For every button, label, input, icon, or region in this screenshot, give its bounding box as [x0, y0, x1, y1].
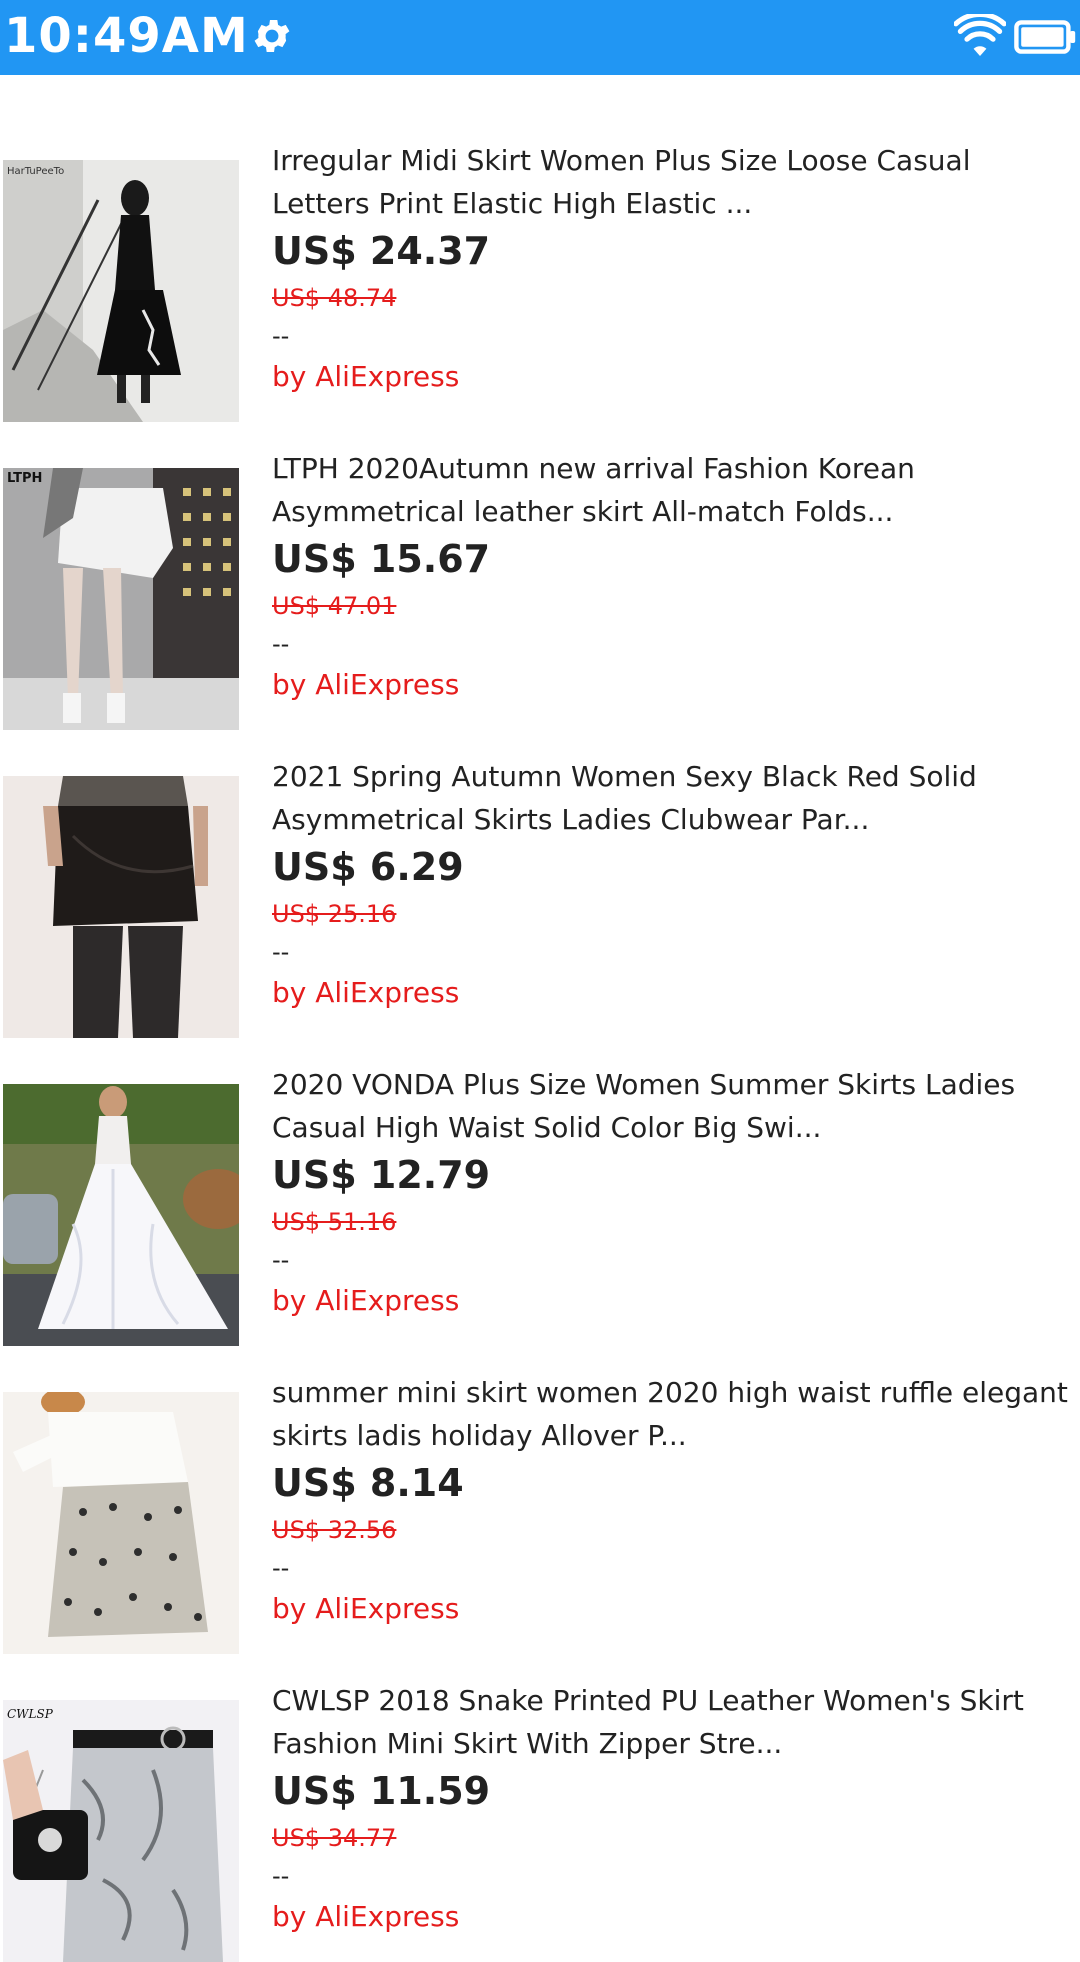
- product-title[interactable]: 2021 Spring Autumn Women Sexy Black Red …: [272, 755, 1072, 841]
- battery-icon: [1014, 20, 1076, 54]
- product-rating: --: [272, 1246, 290, 1274]
- original-price: US$ 51.16: [272, 1208, 397, 1236]
- product-title[interactable]: 2020 VONDA Plus Size Women Summer Skirts…: [272, 1063, 1072, 1149]
- image-watermark: CWLSP: [7, 1707, 54, 1721]
- original-price: US$ 32.56: [272, 1516, 397, 1544]
- product-price: US$ 12.79: [272, 1153, 491, 1197]
- product-image[interactable]: CWLSP: [3, 1700, 239, 1962]
- product-rating: --: [272, 322, 290, 350]
- original-price: US$ 34.77: [272, 1824, 397, 1852]
- image-watermark: LTPH: [7, 471, 42, 486]
- original-price: US$ 48.74: [272, 284, 397, 312]
- product-price: US$ 24.37: [272, 229, 491, 273]
- product-item[interactable]: 2021 Spring Autumn Women Sexy Black Red …: [0, 691, 1080, 1038]
- image-watermark: HarTuPeeTo: [7, 166, 64, 177]
- product-price: US$ 11.59: [272, 1769, 491, 1813]
- product-item[interactable]: LTPH LTPH 2020Autumn new arrival Fashion…: [0, 383, 1080, 730]
- product-item[interactable]: summer mini skirt women 2020 high waist …: [0, 1307, 1080, 1654]
- product-title[interactable]: LTPH 2020Autumn new arrival Fashion Kore…: [272, 447, 1072, 533]
- gear-icon: [254, 20, 290, 52]
- wifi-icon: [954, 14, 1006, 56]
- product-item[interactable]: 2020 VONDA Plus Size Women Summer Skirts…: [0, 999, 1080, 1346]
- product-price: US$ 15.67: [272, 537, 491, 581]
- product-rating: --: [272, 630, 290, 658]
- original-price: US$ 25.16: [272, 900, 397, 928]
- product-price: US$ 6.29: [272, 845, 464, 889]
- product-price: US$ 8.14: [272, 1461, 464, 1505]
- product-item[interactable]: CWLSP CWLSP 2018 Snake Printed PU Leathe…: [0, 1615, 1080, 1962]
- product-title[interactable]: CWLSP 2018 Snake Printed PU Leather Wome…: [272, 1679, 1072, 1765]
- product-rating: --: [272, 938, 290, 966]
- product-rating: --: [272, 1554, 290, 1582]
- product-rating: --: [272, 1862, 290, 1890]
- status-time: 10:49AM: [4, 8, 249, 64]
- product-title[interactable]: summer mini skirt women 2020 high waist …: [272, 1371, 1072, 1457]
- product-item[interactable]: HarTuPeeTo Irregular Midi Skirt Women Pl…: [0, 75, 1080, 422]
- seller-label: by AliExpress: [272, 1900, 460, 1933]
- original-price: US$ 47.01: [272, 592, 397, 620]
- status-bar: 10:49AM: [0, 0, 1080, 75]
- product-title[interactable]: Irregular Midi Skirt Women Plus Size Loo…: [272, 139, 1072, 225]
